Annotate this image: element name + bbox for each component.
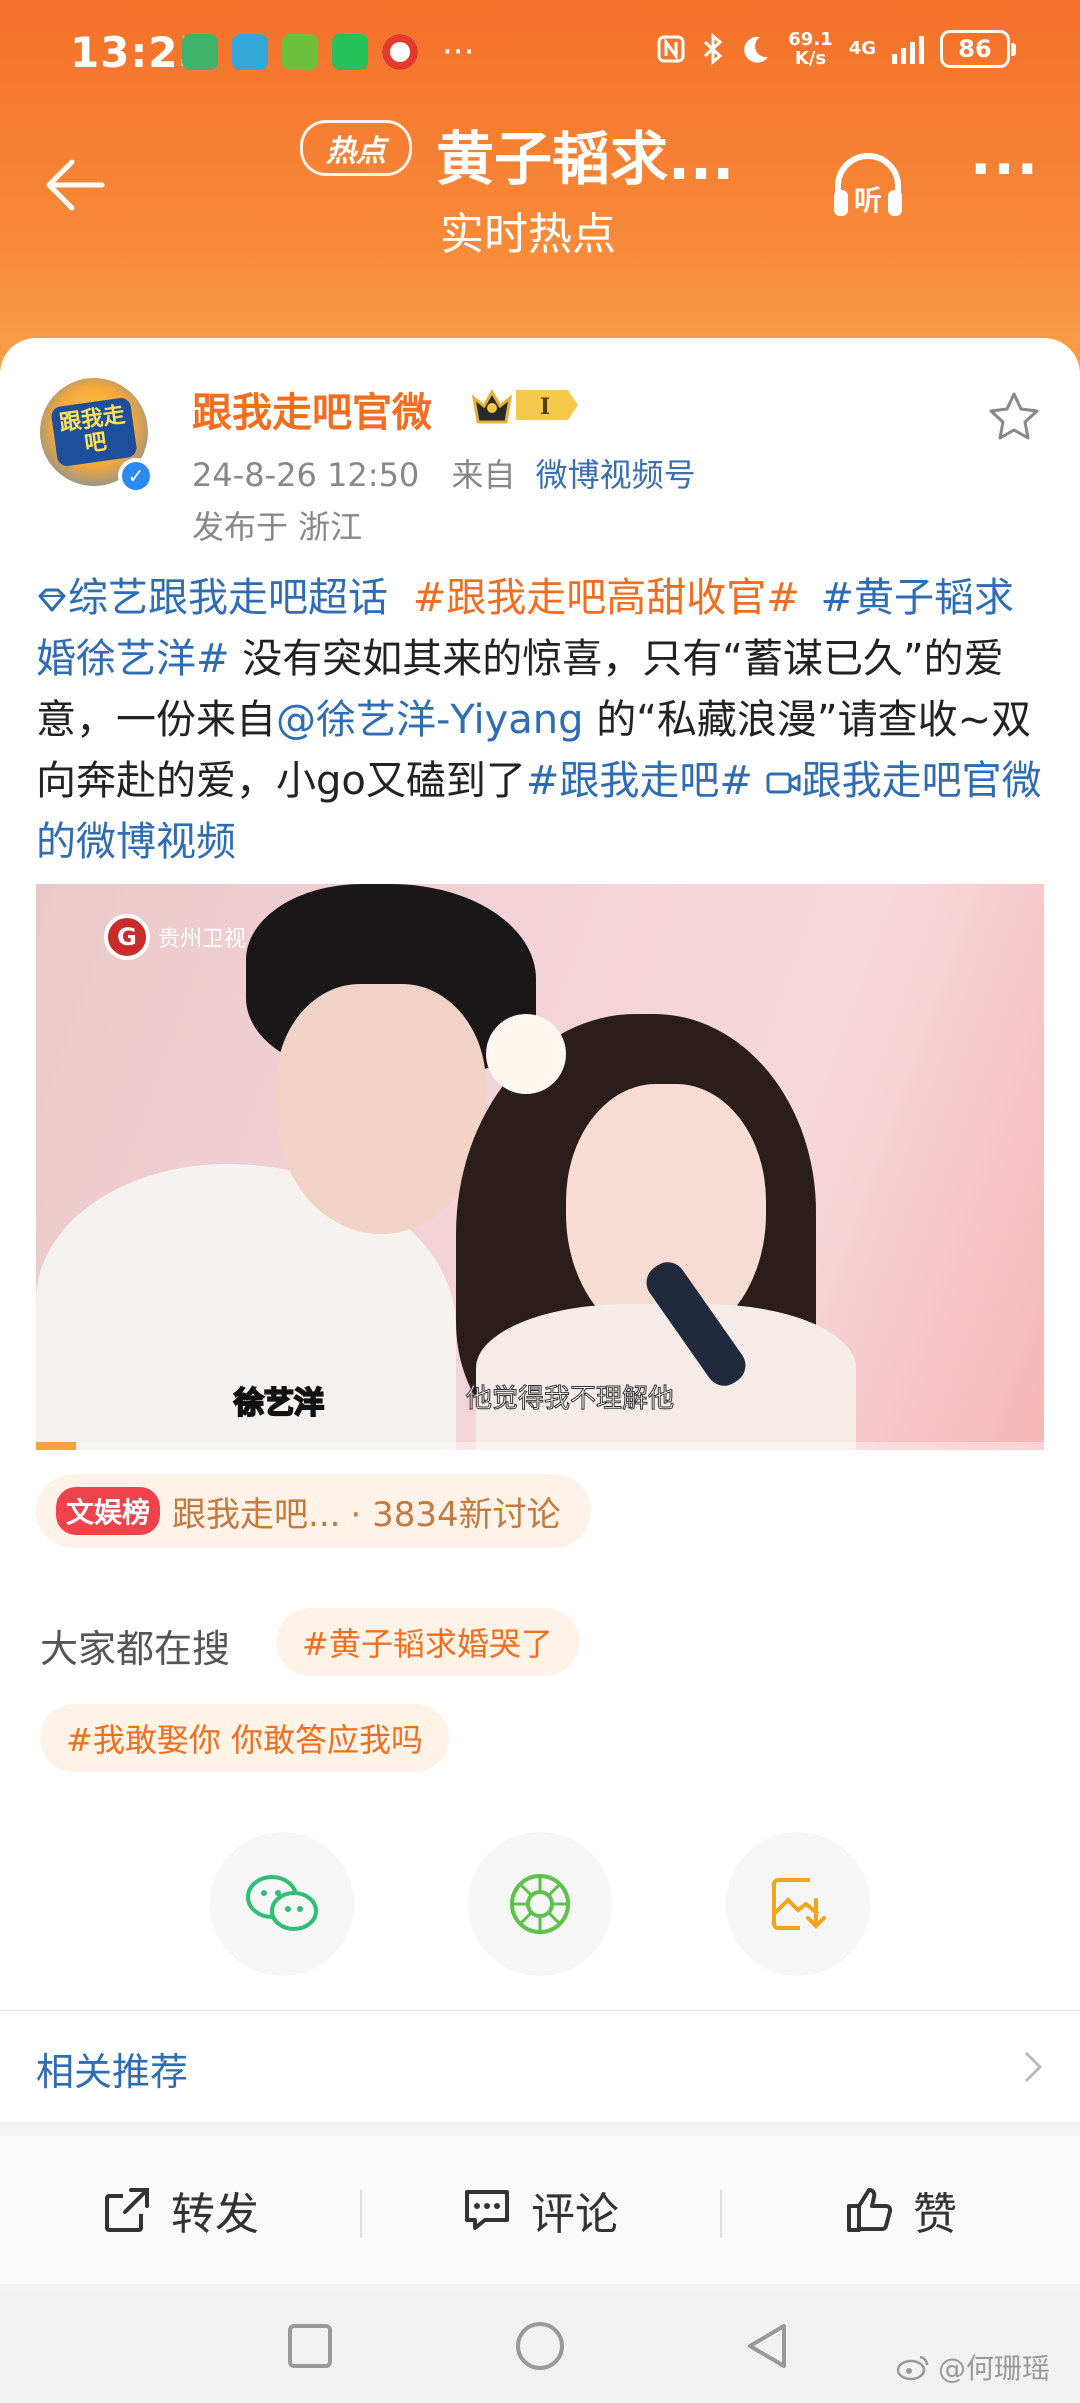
- post-source-link[interactable]: 微博视频号: [536, 456, 696, 494]
- author-name[interactable]: 跟我走吧官微: [192, 380, 432, 438]
- weibo-post-screen: { "status_bar": { "time": "13:25", "net_…: [0, 0, 1080, 2403]
- page-subtitle: 实时热点: [440, 209, 616, 260]
- video-subtitle-name: 徐艺洋: [233, 1385, 325, 1422]
- video-figure: [476, 1304, 856, 1450]
- channel-logo-icon: G: [104, 914, 150, 960]
- share-moments-button[interactable]: [468, 1832, 612, 1976]
- network-speed: 69.1 K/s: [788, 29, 833, 69]
- source-prefix: 来自: [451, 456, 516, 494]
- moments-icon: [510, 1874, 570, 1934]
- more-options-icon[interactable]: ···: [970, 142, 1040, 220]
- bottom-action-bar: 转发 评论 赞: [0, 2136, 1080, 2284]
- sports-app-icon-2: [232, 34, 268, 70]
- sports-app-icon: [182, 34, 218, 70]
- post-body: 综艺跟我走吧超话 #跟我走吧高甜收官# #黄子韬求婚徐艺洋# 没有突如其来的惊喜…: [36, 568, 1046, 873]
- listen-label: 听: [854, 184, 882, 217]
- game-app-icon: [282, 34, 318, 70]
- comment-button[interactable]: 评论: [360, 2136, 720, 2284]
- listen-headphones-icon[interactable]: 听: [828, 146, 908, 226]
- hot-tag: 热点: [300, 120, 412, 176]
- wechat-notification-icon: [332, 34, 368, 70]
- repost-label: 转发: [171, 2189, 259, 2240]
- post-meta: 24-8-26 12:50 来自 微博视频号: [192, 450, 696, 496]
- search-chip-1[interactable]: #黄子韬求婚哭了: [276, 1608, 579, 1676]
- signal-bars-icon: [892, 34, 924, 64]
- video-progress-fill: [36, 1442, 77, 1450]
- battery-indicator: 86: [940, 30, 1016, 68]
- system-navigation-bar: @何珊瑶: [0, 2290, 1080, 2403]
- post-location: 发布于 浙江: [192, 508, 363, 546]
- video-camera-icon: [766, 772, 801, 794]
- signal-type: 4G: [848, 38, 876, 59]
- comment-label: 评论: [531, 2189, 619, 2240]
- back-arrow-icon[interactable]: [40, 150, 110, 220]
- save-image-icon: [772, 1878, 826, 1930]
- channel-logo: G 贵州卫视: [104, 914, 246, 960]
- vip-crown-badge-icon[interactable]: I: [470, 384, 582, 426]
- video-progress-bar[interactable]: [36, 1442, 1044, 1450]
- share-wechat-button[interactable]: [210, 1832, 354, 1976]
- repost-icon: [105, 2188, 149, 2232]
- bluetooth-icon: [704, 33, 723, 65]
- trending-search-label: 大家都在搜: [40, 1627, 231, 1671]
- avatar-logo-text: 跟我走吧: [50, 396, 138, 468]
- watermark: @何珊瑶: [896, 2347, 1050, 2387]
- hot-rank-pill[interactable]: 文娱榜 跟我走吧... · 3834新讨论: [36, 1474, 591, 1548]
- search-chip-2[interactable]: #我敢娶你 你敢答应我吗: [40, 1704, 449, 1772]
- rank-discussion: · 3834新讨论: [350, 1494, 561, 1535]
- video-figure: [486, 1014, 566, 1094]
- page-title: 黄子韬求...: [436, 125, 735, 193]
- video-subtitle-text: 他觉得我不理解他: [465, 1384, 675, 1415]
- video-player[interactable]: G 贵州卫视 徐艺洋 他觉得我不理解他: [36, 884, 1044, 1450]
- weibo-notification-icon: [382, 34, 418, 70]
- video-figure: [276, 984, 486, 1234]
- hashtag-1[interactable]: #跟我走吧高甜收官#: [413, 575, 800, 621]
- like-button[interactable]: 赞: [720, 2136, 1080, 2284]
- system-indicators: 69.1 K/s 4G 86: [656, 29, 1016, 69]
- weibo-logo-icon: [896, 2355, 929, 2381]
- post-timestamp: 24-8-26 12:50: [192, 456, 420, 494]
- wechat-icon: [246, 1875, 318, 1931]
- comment-icon: [465, 2190, 509, 2230]
- hashtag-3[interactable]: #跟我走吧#: [526, 758, 753, 804]
- chevron-right-icon: [1024, 2051, 1043, 2083]
- watermark-text: @何珊瑶: [937, 2352, 1050, 2385]
- repost-button[interactable]: 转发: [0, 2136, 360, 2284]
- favorite-star-icon[interactable]: [984, 388, 1044, 448]
- mention-link[interactable]: @徐艺洋-Yiyang: [276, 697, 583, 743]
- recent-apps-square-icon[interactable]: [282, 2318, 338, 2374]
- rank-badge: 文娱榜: [56, 1487, 161, 1535]
- supertopic-label: 综艺跟我走吧超话: [68, 575, 388, 621]
- rank-name: 跟我走吧...: [172, 1494, 341, 1535]
- do-not-disturb-moon-icon: [744, 36, 769, 63]
- post-card: 跟我走吧 ✓ 跟我走吧官微 I 24-8-26 12:50 来自 微博视频号 发…: [0, 338, 1080, 2010]
- top-nav-bar: 热点 黄子韬求... 实时热点 听 ···: [0, 110, 1080, 260]
- supertopic-link[interactable]: 综艺跟我走吧超话: [36, 575, 388, 621]
- vip-level: I: [540, 394, 550, 420]
- more-notifications-icon: ···: [442, 32, 475, 72]
- share-row: [210, 1832, 870, 1982]
- related-recommendations[interactable]: 相关推荐: [0, 2010, 1080, 2122]
- verified-badge-icon: ✓: [118, 458, 154, 494]
- save-image-button[interactable]: [726, 1832, 870, 1976]
- status-bar: 13:25 ··· 69.1 K/s 4G 86: [0, 0, 1080, 110]
- supertopic-diamond-icon: [38, 588, 66, 612]
- related-label: 相关推荐: [36, 2050, 189, 2094]
- notification-icons: ···: [182, 34, 474, 70]
- back-triangle-icon[interactable]: [740, 2318, 796, 2374]
- channel-name: 贵州卫视: [158, 927, 247, 952]
- like-label: 赞: [913, 2189, 957, 2240]
- nfc-icon: [657, 35, 685, 63]
- home-circle-icon[interactable]: [512, 2318, 568, 2374]
- thumbs-up-icon: [847, 2188, 893, 2232]
